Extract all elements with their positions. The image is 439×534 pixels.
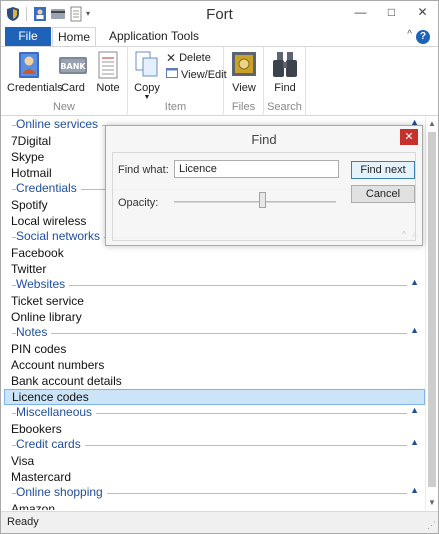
- list-item[interactable]: Licence codes: [4, 389, 425, 405]
- list-item[interactable]: PIN codes: [4, 341, 425, 357]
- group-label-search: Search: [267, 101, 302, 113]
- vertical-scrollbar[interactable]: ▲ ▼: [425, 117, 437, 510]
- binoculars-icon: [269, 50, 301, 80]
- card-button[interactable]: BANK Card: [56, 50, 90, 94]
- help-icon[interactable]: ?: [416, 30, 430, 44]
- group-header-title: Social networks: [16, 229, 105, 243]
- group-header[interactable]: Websites ▲: [4, 277, 425, 293]
- collapse-group-icon[interactable]: ▲: [410, 325, 419, 335]
- tab-file[interactable]: File: [5, 27, 51, 47]
- view-edit-button[interactable]: View/Edit: [166, 67, 227, 82]
- group-header[interactable]: Credit cards ▲: [4, 437, 425, 453]
- view-label: View: [232, 82, 256, 94]
- find-close-icon[interactable]: ✕: [400, 129, 418, 145]
- group-header-title: Websites: [16, 277, 70, 291]
- view-edit-icon: [166, 67, 178, 82]
- caption-buttons: — □ ✕: [345, 1, 438, 23]
- opacity-slider-track[interactable]: [174, 201, 336, 203]
- cancel-button[interactable]: Cancel: [351, 185, 415, 203]
- collapse-group-icon[interactable]: ▲: [410, 485, 419, 495]
- scrollbar-thumb[interactable]: [428, 132, 436, 487]
- find-what-label: Find what:: [118, 164, 169, 176]
- close-window-icon[interactable]: ✕: [407, 1, 438, 23]
- find-what-input[interactable]: [174, 160, 339, 178]
- collapse-group-icon[interactable]: ▲: [410, 277, 419, 287]
- card-label: Card: [61, 82, 85, 94]
- view-button[interactable]: View: [228, 50, 260, 94]
- ribbon-group-files: View Files: [224, 47, 264, 116]
- copy-label: Copy: [134, 82, 160, 94]
- group-label-new: New: [52, 101, 75, 113]
- minimize-icon[interactable]: —: [345, 1, 376, 23]
- group-label-files: Files: [231, 101, 256, 113]
- copy-dropdown-icon[interactable]: ▼: [132, 94, 162, 101]
- list-item[interactable]: Twitter: [4, 261, 425, 277]
- list-item[interactable]: Mastercard: [4, 469, 425, 485]
- group-header-title: Credit cards: [16, 437, 85, 451]
- list-item[interactable]: Visa: [4, 453, 425, 469]
- credentials-icon: [13, 50, 45, 80]
- group-header[interactable]: Miscellaneous ▲: [4, 405, 425, 421]
- note-label: Note: [96, 82, 120, 94]
- group-header[interactable]: Notes ▲: [4, 325, 425, 341]
- view-icon: [228, 50, 260, 80]
- delete-icon: ✕: [166, 51, 177, 65]
- group-header-title: Miscellaneous: [16, 405, 97, 419]
- note-button[interactable]: Note: [92, 50, 124, 94]
- card-icon: BANK: [57, 50, 89, 80]
- status-bar: Ready ⋰: [1, 511, 438, 533]
- opacity-slider-thumb[interactable]: [259, 192, 267, 208]
- collapse-group-icon[interactable]: ▲: [410, 405, 419, 415]
- list-item[interactable]: Account numbers: [4, 357, 425, 373]
- find-label: Find: [274, 82, 296, 94]
- scroll-up-icon[interactable]: ▲: [426, 118, 438, 130]
- copy-button[interactable]: Copy ▼: [132, 50, 162, 101]
- group-header-title: Online services: [16, 117, 103, 131]
- resize-grip-icon[interactable]: ⋰: [427, 520, 436, 531]
- card-icon-text: BANK: [60, 62, 86, 71]
- list-item[interactable]: Amazon: [4, 501, 425, 510]
- ribbon-group-search: Find Search: [264, 47, 306, 116]
- delete-label: Delete: [179, 52, 211, 64]
- status-text: Ready: [7, 516, 39, 528]
- list-item[interactable]: Bank account details: [4, 373, 425, 389]
- collapse-group-icon[interactable]: ▲: [410, 437, 419, 447]
- maximize-icon[interactable]: □: [376, 1, 407, 23]
- group-header-line: [12, 285, 407, 286]
- find-dialog-title: Find: [251, 132, 277, 147]
- group-label-item: Item: [164, 101, 187, 113]
- find-next-button[interactable]: Find next: [351, 161, 415, 179]
- ribbon-group-new: Credentials BANK Card Note New: [1, 47, 128, 116]
- view-edit-label: View/Edit: [181, 68, 227, 81]
- list-item[interactable]: Ebookers: [4, 421, 425, 437]
- main-window: ▾ Fort — □ ✕ File Home Application Tools…: [0, 0, 439, 534]
- tab-tools[interactable]: Tools: [163, 27, 207, 47]
- find-collapse-icon[interactable]: ^: [402, 230, 406, 239]
- ribbon-group-item: Copy ▼ ✕ Delete View/Edit Item: [128, 47, 227, 116]
- group-header-title: Notes: [16, 325, 52, 339]
- list-item[interactable]: Facebook: [4, 245, 425, 261]
- group-header-title: Credentials: [16, 181, 81, 195]
- list-item[interactable]: Ticket service: [4, 293, 425, 309]
- ribbon-home: Credentials BANK Card Note New Copy ▼ ✕ …: [1, 46, 438, 116]
- find-dialog: Find ✕ Find what: Find next Cancel Opaci…: [105, 125, 423, 246]
- credentials-label: Credentials: [7, 82, 63, 94]
- list-item[interactable]: Online library: [4, 309, 425, 325]
- group-header-line: [12, 333, 407, 334]
- find-button[interactable]: Find: [269, 50, 301, 94]
- note-icon: [92, 50, 124, 80]
- title-bar: ▾ Fort — □ ✕: [1, 1, 438, 27]
- opacity-label: Opacity:: [118, 197, 159, 209]
- delete-button[interactable]: ✕ Delete: [166, 51, 211, 65]
- group-header-title: Online shopping: [16, 485, 107, 499]
- copy-icon: [132, 50, 162, 80]
- scroll-down-icon[interactable]: ▼: [426, 497, 438, 509]
- collapse-ribbon-icon[interactable]: ^: [407, 29, 412, 40]
- credentials-button[interactable]: Credentials: [7, 50, 63, 94]
- tab-home[interactable]: Home: [52, 27, 96, 48]
- ribbon-tabs: File Home Application Tools ^ ?: [1, 27, 438, 48]
- group-header[interactable]: Online shopping ▲: [4, 485, 425, 501]
